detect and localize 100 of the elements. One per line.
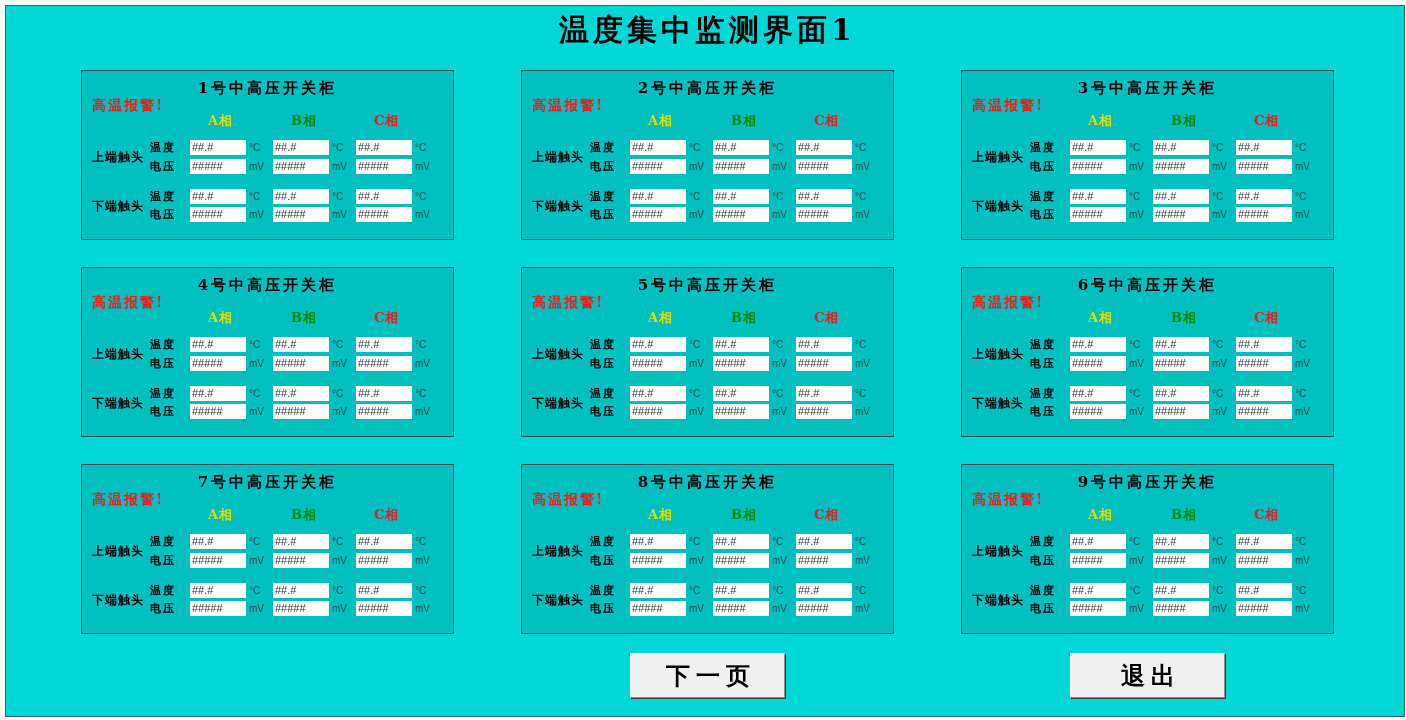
value-field: ##.# [796,386,852,401]
value-field: ##### [630,601,686,616]
measure-label: 电压 [1030,601,1056,616]
unit-label: °C [1212,338,1224,352]
unit-label: mV [415,602,430,616]
unit-label: mV [772,208,787,222]
unit-label: °C [855,387,867,401]
value-field: ##### [273,159,329,174]
value-field: ##### [1153,207,1209,222]
measure-label: 温度 [150,337,176,352]
value-field: ##.# [1070,140,1126,155]
unit-label: mV [415,357,430,371]
phase-label: B相 [291,311,317,324]
measure-label: 电压 [1030,207,1056,222]
unit-label: °C [1295,387,1307,401]
contact-label: 上端触头 [92,150,144,164]
unit-label: mV [1295,357,1310,371]
unit-label: °C [689,338,701,352]
unit-label: mV [249,160,264,174]
panel-title: 2号中高压开关柜 [637,79,778,97]
measure-label: 电压 [150,159,176,174]
measure-label: 温度 [150,189,176,204]
measure-label: 温度 [590,189,616,204]
value-field: ##.# [1236,534,1292,549]
measure-label: 电压 [590,404,616,419]
unit-label: mV [855,554,870,568]
unit-label: mV [772,160,787,174]
unit-label: °C [1212,141,1224,155]
value-field: ##.# [630,534,686,549]
value-field: ##.# [190,140,246,155]
panel-title: 8号中高压开关柜 [637,473,778,491]
value-field: ##.# [1153,189,1209,204]
unit-label: mV [332,160,347,174]
measure-label: 电压 [1030,159,1056,174]
value-field: ##### [1153,356,1209,371]
unit-label: mV [1129,602,1144,616]
value-field: ##### [190,159,246,174]
value-field: ##.# [796,337,852,352]
panel-title: 7号中高压开关柜 [197,473,338,491]
unit-label: °C [415,141,427,155]
unit-label: mV [1129,160,1144,174]
unit-label: °C [689,190,701,204]
value-field: ##.# [796,583,852,598]
value-field: ##.# [356,337,412,352]
unit-label: mV [249,602,264,616]
contact-label: 上端触头 [532,544,584,558]
next-page-button[interactable]: 下一页 [630,653,785,698]
measure-label: 电压 [590,553,616,568]
value-field: ##.# [190,337,246,352]
unit-label: mV [855,602,870,616]
exit-button[interactable]: 退出 [1070,653,1225,698]
contact-label: 下端触头 [92,395,144,410]
unit-label: °C [689,584,701,598]
contact-label: 下端触头 [92,592,144,607]
unit-label: mV [689,602,704,616]
measure-label: 温度 [150,140,176,155]
value-field: ##.# [356,189,412,204]
measure-label: 温度 [150,534,176,549]
measure-label: 温度 [150,583,176,598]
measure-label: 温度 [1030,386,1056,401]
unit-label: mV [332,554,347,568]
value-field: ##### [273,601,329,616]
panel-title: 5号中高压开关柜 [637,276,778,294]
unit-label: °C [332,338,344,352]
unit-label: °C [855,141,867,155]
value-field: ##### [630,356,686,371]
value-field: ##### [796,404,852,419]
alarm-text: 高温报警! [972,294,1045,311]
value-field: ##.# [1236,386,1292,401]
value-field: ##### [1070,207,1126,222]
unit-label: mV [1212,602,1227,616]
measure-label: 电压 [590,601,616,616]
value-field: ##.# [1153,140,1209,155]
value-field: ##.# [356,386,412,401]
panel-title: 6号中高压开关柜 [1077,276,1218,294]
unit-label: °C [1295,584,1307,598]
unit-label: mV [689,208,704,222]
unit-label: mV [855,160,870,174]
unit-label: mV [1212,160,1227,174]
measure-label: 温度 [1030,534,1056,549]
value-field: ##.# [713,140,769,155]
unit-label: °C [772,338,784,352]
value-field: ##### [713,207,769,222]
measure-label: 温度 [590,140,616,155]
phase-label: C相 [814,311,840,324]
value-field: ##### [356,404,412,419]
unit-label: °C [249,141,261,155]
panel-title: 9号中高压开关柜 [1077,473,1218,491]
alarm-text: 高温报警! [92,97,165,114]
unit-label: mV [415,554,430,568]
unit-label: °C [415,387,427,401]
value-field: ##.# [796,189,852,204]
value-field: ##### [713,404,769,419]
unit-label: °C [249,584,261,598]
value-field: ##.# [1153,583,1209,598]
unit-label: mV [855,405,870,419]
unit-label: °C [1212,190,1224,204]
unit-label: °C [249,387,261,401]
unit-label: mV [1129,357,1144,371]
value-field: ##.# [273,140,329,155]
